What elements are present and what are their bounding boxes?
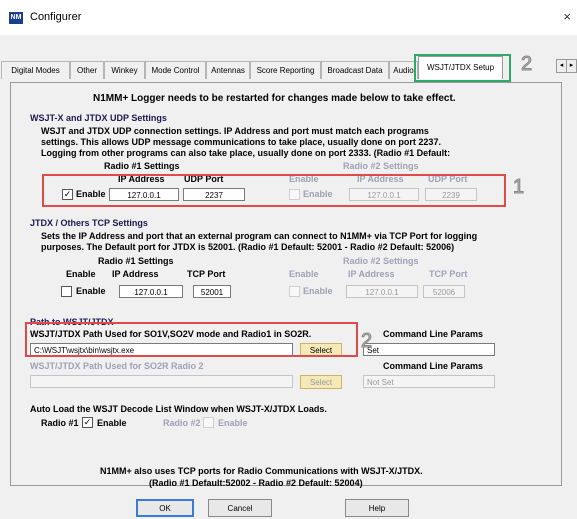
tcp-radio1-enable-checkbox[interactable] [61,286,72,297]
tcp-radio2-enable-label: Enable [303,286,333,296]
cmd-params-label-1: Command Line Params [383,329,484,339]
tcp-settings-heading: JTDX / Others TCP Settings [30,218,148,228]
udp-description-line-3: Logging from other programs can also tak… [41,148,451,158]
tab-score-reporting[interactable]: Score Reporting [250,61,321,79]
restart-notice: N1MM+ Logger needs to be restarted for c… [93,93,456,104]
tcp-radio2-port-label: TCP Port [429,269,468,279]
tcp-radio2-ip-field[interactable]: 127.0.0.1 [346,285,418,298]
tcp-radio2-title: Radio #2 Settings [343,256,419,266]
tab-scroll-right-icon[interactable]: ▸ [566,59,577,73]
udp-radio2-title: Radio #2 Settings [343,161,419,171]
path-radio2-field[interactable] [30,375,293,388]
udp-radio1-title: Radio #1 Settings [104,161,180,171]
tcp-radio1-enable-col-label: Enable [66,269,96,279]
tcp-radio1-port-field[interactable]: 52001 [193,285,231,298]
tab-broadcast-data[interactable]: Broadcast Data [321,61,389,79]
annotation-number-2-bottom: 2 [360,330,373,353]
annotation-red-box-1 [42,174,506,207]
close-icon[interactable]: × [563,9,571,24]
tab-winkey[interactable]: Winkey [104,61,145,79]
tcp-radio2-enable-checkbox[interactable] [289,286,300,297]
autoload-radio2-label: Radio #2 [163,418,201,428]
autoload-radio1-enable: Enable [97,418,127,428]
tcp-radio1-port-label: TCP Port [187,269,226,279]
cancel-button[interactable]: Cancel [208,499,272,517]
autoload-radio2-checkbox[interactable] [203,417,214,428]
tab-digital-modes[interactable]: Digital Modes [1,61,70,79]
tcp-description-line-2: purposes. The Default port for JTDX is 5… [41,242,455,252]
tcp-radio2-enable-col-label: Enable [289,269,319,279]
udp-description-line-1: WSJT and JTDX UDP connection settings. I… [41,126,429,136]
autoload-radio1-checkbox[interactable]: ✓ [82,417,93,428]
tab-antennas[interactable]: Antennas [206,61,250,79]
cmd-params-radio1-field[interactable]: Set [363,343,495,356]
help-button[interactable]: Help [345,499,409,517]
tab-other[interactable]: Other [70,61,104,79]
path-radio2-label: WSJT/JTDX Path Used for SO2R Radio 2 [30,361,204,371]
path-radio2-select-button[interactable]: Select [300,375,342,389]
tab-mode-control[interactable]: Mode Control [145,61,206,79]
configurer-window: NM Configurer × Digital Modes Other Wink… [0,0,577,519]
udp-settings-heading: WSJT-X and JTDX UDP Settings [30,113,167,123]
window-title: Configurer [30,11,82,23]
tcp-description-line-1: Sets the IP Address and port that an ext… [41,231,478,241]
cmd-params-radio2-field[interactable]: Not Set [363,375,495,388]
tcp-radio1-title: Radio #1 Settings [98,256,174,266]
tcp-radio1-ip-label: IP Address [112,269,159,279]
n1mm-logo-icon: NM [9,12,23,24]
footer-note-line-2: (Radio #1 Default:52002 - Radio #2 Defau… [149,478,363,488]
udp-description-line-2: settings. This allows UDP message commun… [41,137,441,147]
wsjt-setup-panel: N1MM+ Logger needs to be restarted for c… [10,82,562,488]
annotation-number-2-top: 2 [520,53,533,76]
autoload-radio2-enable: Enable [218,418,248,428]
tcp-radio2-ip-label: IP Address [348,269,395,279]
tab-scroll-buttons: ◂ ▸ [556,59,577,73]
tcp-radio1-enable-label: Enable [76,286,106,296]
footer-note-line-1: N1MM+ also uses TCP ports for Radio Comm… [100,466,423,476]
autoload-radio1-label: Radio #1 [41,418,79,428]
tcp-radio2-port-field[interactable]: 52006 [423,285,465,298]
tcp-radio1-ip-field[interactable]: 127.0.0.1 [119,285,183,298]
annotation-number-1: 1 [512,176,525,199]
autoload-label: Auto Load the WSJT Decode List Window wh… [30,404,327,414]
annotation-green-box [414,54,511,82]
ok-button[interactable]: OK [136,499,194,517]
cmd-params-label-2: Command Line Params [383,361,484,371]
annotation-red-box-2 [25,322,358,357]
title-bar: NM Configurer × [0,0,577,35]
